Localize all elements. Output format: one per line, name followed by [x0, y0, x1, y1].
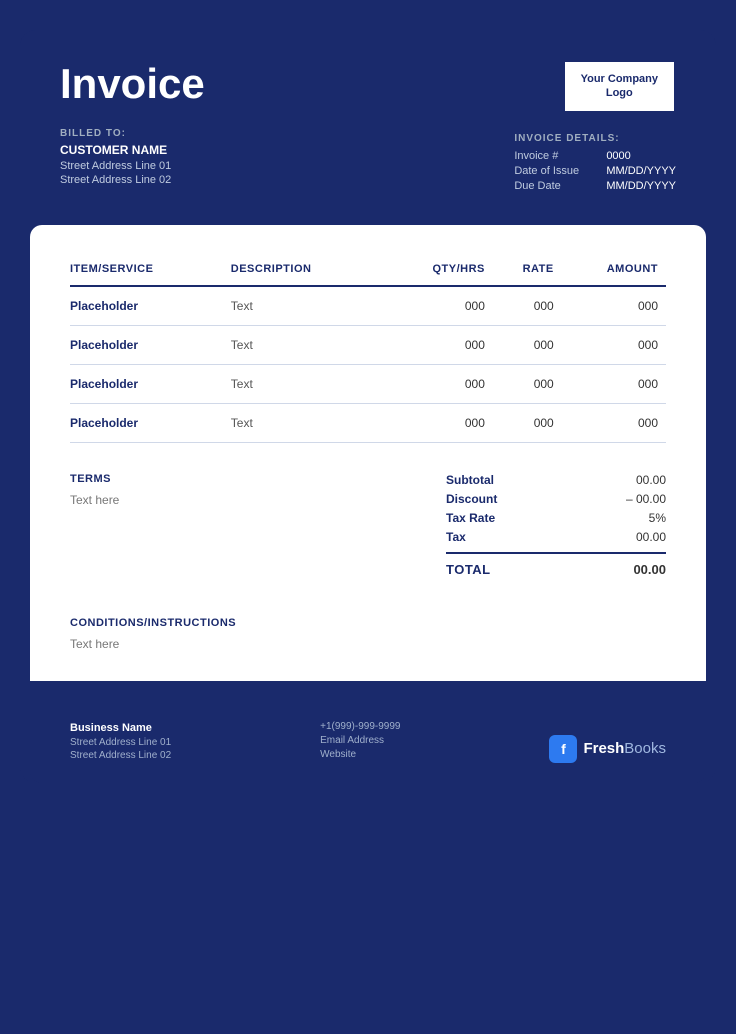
- subtotal-row: Subtotal 00.00: [446, 473, 666, 487]
- discount-label: Discount: [446, 492, 536, 506]
- terms-text: Text here: [70, 493, 119, 507]
- discount-value: – 00.00: [596, 492, 666, 506]
- table-row: Placeholder Text 000 000 000: [70, 286, 666, 326]
- tax-value: 00.00: [596, 530, 666, 544]
- freshbooks-icon: f: [549, 735, 577, 763]
- invoice-title: Invoice: [60, 60, 205, 108]
- invoice-number-value: 0000: [606, 150, 630, 162]
- invoice-page: Invoice BILLED TO: CUSTOMER NAME Street …: [20, 30, 716, 783]
- row-rate: 000: [493, 325, 562, 364]
- invoice-header: Invoice BILLED TO: CUSTOMER NAME Street …: [20, 30, 716, 225]
- row-rate: 000: [493, 364, 562, 403]
- row-description: Text: [231, 403, 387, 442]
- invoice-table: ITEM/SERVICE DESCRIPTION QTY/HRS RATE AM…: [70, 255, 666, 443]
- tax-label: Tax: [446, 530, 536, 544]
- row-amount: 000: [562, 364, 666, 403]
- row-item: Placeholder: [70, 325, 231, 364]
- freshbooks-name: FreshBooks: [583, 740, 666, 758]
- logo-text-line2: Logo: [581, 86, 658, 100]
- col-amount: AMOUNT: [562, 255, 666, 286]
- row-qty: 000: [387, 364, 493, 403]
- freshbooks-logo: f FreshBooks: [549, 735, 666, 763]
- tax-rate-value: 5%: [596, 511, 666, 525]
- company-logo: Your Company Logo: [563, 60, 676, 113]
- row-item: Placeholder: [70, 364, 231, 403]
- totals-divider: [446, 552, 666, 554]
- date-of-issue-row: Date of Issue MM/DD/YYYY: [514, 165, 676, 177]
- conditions-text: Text here: [70, 637, 666, 651]
- terms-section: TERMS Text here: [70, 473, 119, 507]
- billed-to-label: BILLED TO:: [60, 128, 205, 139]
- conditions-section: CONDITIONS/INSTRUCTIONS Text here: [70, 607, 666, 651]
- row-qty: 000: [387, 325, 493, 364]
- header-left: Invoice BILLED TO: CUSTOMER NAME Street …: [60, 60, 205, 188]
- invoice-details: INVOICE DETAILS: Invoice # 0000 Date of …: [514, 133, 676, 195]
- footer-website: Website: [320, 749, 400, 760]
- terms-totals-section: TERMS Text here Subtotal 00.00 Discount …: [70, 473, 666, 577]
- invoice-details-label: INVOICE DETAILS:: [514, 133, 676, 144]
- address-line1: Street Address Line 01: [60, 160, 205, 172]
- row-amount: 000: [562, 286, 666, 326]
- row-description: Text: [231, 325, 387, 364]
- row-description: Text: [231, 364, 387, 403]
- subtotal-value: 00.00: [596, 473, 666, 487]
- row-item: Placeholder: [70, 403, 231, 442]
- total-label: TOTAL: [446, 562, 491, 577]
- footer-center: +1(999)-999-9999 Email Address Website: [320, 721, 400, 763]
- table-row: Placeholder Text 000 000 000: [70, 325, 666, 364]
- footer-left: Business Name Street Address Line 01 Str…: [70, 722, 171, 763]
- fb-name-part2: Books: [624, 740, 666, 757]
- customer-name: CUSTOMER NAME: [60, 143, 205, 157]
- discount-row: Discount – 00.00: [446, 492, 666, 506]
- invoice-footer: Business Name Street Address Line 01 Str…: [30, 701, 706, 783]
- date-of-issue-label: Date of Issue: [514, 165, 594, 177]
- due-date-value: MM/DD/YYYY: [606, 180, 676, 192]
- invoice-number-label: Invoice #: [514, 150, 594, 162]
- footer-address2: Street Address Line 02: [70, 750, 171, 761]
- tax-row: Tax 00.00: [446, 530, 666, 544]
- row-item: Placeholder: [70, 286, 231, 326]
- due-date-row: Due Date MM/DD/YYYY: [514, 180, 676, 192]
- header-right: Your Company Logo INVOICE DETAILS: Invoi…: [514, 60, 676, 195]
- row-qty: 000: [387, 403, 493, 442]
- col-rate: RATE: [493, 255, 562, 286]
- row-amount: 000: [562, 325, 666, 364]
- footer-email: Email Address: [320, 735, 400, 746]
- table-row: Placeholder Text 000 000 000: [70, 403, 666, 442]
- main-content: ITEM/SERVICE DESCRIPTION QTY/HRS RATE AM…: [30, 225, 706, 681]
- col-description: DESCRIPTION: [231, 255, 387, 286]
- date-of-issue-value: MM/DD/YYYY: [606, 165, 676, 177]
- tax-rate-label: Tax Rate: [446, 511, 536, 525]
- fb-icon-letter: f: [561, 741, 566, 757]
- row-rate: 000: [493, 286, 562, 326]
- due-date-label: Due Date: [514, 180, 594, 192]
- footer-business-name: Business Name: [70, 722, 171, 734]
- totals-section: Subtotal 00.00 Discount – 00.00 Tax Rate…: [446, 473, 666, 577]
- row-rate: 000: [493, 403, 562, 442]
- subtotal-label: Subtotal: [446, 473, 536, 487]
- invoice-number-row: Invoice # 0000: [514, 150, 676, 162]
- total-value: 00.00: [633, 562, 666, 577]
- row-qty: 000: [387, 286, 493, 326]
- logo-text-line1: Your Company: [581, 72, 658, 86]
- fb-name-part1: Fresh: [583, 740, 624, 757]
- row-description: Text: [231, 286, 387, 326]
- footer-phone: +1(999)-999-9999: [320, 721, 400, 732]
- col-qty: QTY/HRS: [387, 255, 493, 286]
- conditions-label: CONDITIONS/INSTRUCTIONS: [70, 617, 666, 629]
- row-amount: 000: [562, 403, 666, 442]
- col-item: ITEM/SERVICE: [70, 255, 231, 286]
- address-line2: Street Address Line 02: [60, 174, 205, 186]
- footer-right: f FreshBooks: [549, 735, 666, 763]
- table-row: Placeholder Text 000 000 000: [70, 364, 666, 403]
- footer-address1: Street Address Line 01: [70, 737, 171, 748]
- tax-rate-row: Tax Rate 5%: [446, 511, 666, 525]
- terms-label: TERMS: [70, 473, 119, 485]
- total-row: TOTAL 00.00: [446, 562, 666, 577]
